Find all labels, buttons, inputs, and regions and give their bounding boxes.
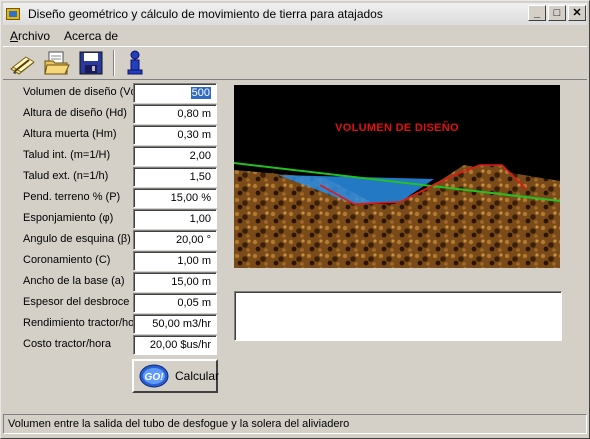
main-window: Diseño geométrico y cálculo de movimient… — [0, 0, 590, 439]
save-disk-icon[interactable] — [77, 49, 105, 77]
field-costo-tractor: Costo tractor/hora 20,00 $us/hr — [19, 335, 219, 356]
field-ancho-base: Ancho de la base (a) 15,00 m — [19, 272, 219, 293]
minimize-button[interactable]: _ — [528, 5, 546, 21]
menu-bar: Archivo Acerca de — [3, 27, 125, 45]
calcular-label: Calcular — [175, 369, 220, 383]
atajado-diagram: VOLUMEN DE DISEÑO — [234, 85, 560, 268]
maximize-button[interactable]: □ — [548, 5, 566, 21]
field-esponjamiento: Esponjamiento (φ) 1,00 — [19, 209, 219, 230]
field-rendimiento-tractor: Rendimiento tractor/hora 50,00 m3/hr — [19, 314, 219, 335]
altura-diseno-input[interactable]: 0,80 m — [133, 104, 217, 124]
coronamiento-input[interactable]: 1,00 m — [133, 251, 217, 271]
atajado-cross-section — [234, 162, 560, 268]
open-folder-icon[interactable] — [43, 49, 71, 77]
close-button[interactable]: ✕ — [568, 5, 586, 21]
costo-tractor-input[interactable]: 20,00 $us/hr — [133, 335, 217, 355]
pencil-icon[interactable] — [9, 49, 37, 77]
go-icon-text: GO! — [145, 372, 165, 383]
field-altura-diseno: Altura de diseño (Hd) 0,80 m — [19, 104, 219, 125]
status-bar: Volumen entre la salida del tubo de desf… — [3, 414, 587, 434]
app-icon — [6, 6, 22, 22]
ancho-base-input[interactable]: 15,00 m — [133, 272, 217, 292]
menu-archivo[interactable]: Archivo — [3, 29, 57, 43]
field-altura-muerta: Altura muerta (Hm) 0,30 m — [19, 125, 219, 146]
altura-muerta-input[interactable]: 0,30 m — [133, 125, 217, 145]
field-volumen-diseno: Volumen de diseño (Vd) 500 — [19, 83, 219, 104]
scene-title: VOLUMEN DE DISEÑO — [335, 122, 459, 134]
field-coronamiento: Coronamiento (C) 1,00 m — [19, 251, 219, 272]
rendimiento-tractor-input[interactable]: 50,00 m3/hr — [133, 314, 217, 334]
angulo-esquina-input[interactable]: 20,00 ° — [133, 230, 217, 250]
result-box — [234, 291, 562, 341]
window-title: Diseño geométrico y cálculo de movimient… — [28, 7, 383, 21]
pend-terreno-input[interactable]: 15,00 % — [133, 188, 217, 208]
talud-ext-input[interactable]: 1,50 — [133, 167, 217, 187]
menu-acerca-de[interactable]: Acerca de — [57, 29, 125, 43]
toolbar-separator — [113, 50, 115, 76]
toolbar — [3, 46, 587, 80]
info-person-icon[interactable] — [121, 49, 149, 77]
title-bar[interactable]: Diseño geométrico y cálculo de movimient… — [3, 3, 587, 25]
field-talud-ext: Talud ext. (n=1/h) 1,50 — [19, 167, 219, 188]
field-angulo-esquina: Angulo de esquina (β) 20,00 ° — [19, 230, 219, 251]
go-icon: GO! — [138, 363, 170, 389]
esponjamiento-input[interactable]: 1,00 — [133, 209, 217, 229]
calcular-button[interactable]: GO! Calcular — [132, 359, 220, 393]
field-pend-terreno: Pend. terreno % (P) 15,00 % — [19, 188, 219, 209]
espesor-desbroce-input[interactable]: 0,05 m — [133, 293, 217, 313]
field-espesor-desbroce: Espesor del desbroce (z) 0,05 m — [19, 293, 219, 314]
field-talud-int: Talud int. (m=1/H) 2,00 — [19, 146, 219, 167]
talud-int-input[interactable]: 2,00 — [133, 146, 217, 166]
volumen-diseno-input[interactable]: 500 — [133, 83, 217, 103]
